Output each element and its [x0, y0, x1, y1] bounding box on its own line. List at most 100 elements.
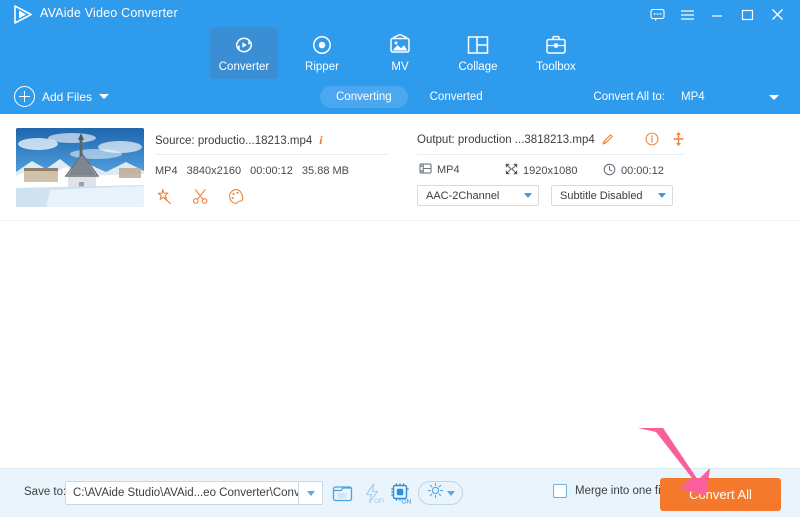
- output-format-item: MP4: [419, 163, 460, 177]
- open-folder-icon[interactable]: [330, 481, 355, 505]
- caret-down-icon: [524, 193, 532, 198]
- source-filename: Source: productio...18213.mp4: [155, 134, 313, 147]
- output-filename: Output: production ...3818213.mp4: [417, 133, 595, 146]
- checkbox-box[interactable]: [553, 484, 567, 498]
- accel-state-label: ON: [401, 498, 411, 504]
- source-format: MP4: [155, 165, 178, 177]
- subtitle-value: Subtitle Disabled: [560, 189, 643, 202]
- save-path-value: C:\AVAide Studio\AVAid...eo Converter\Co…: [73, 487, 298, 499]
- source-block: Source: productio...18213.mp4 i MP4 3840…: [155, 133, 400, 205]
- maximize-icon[interactable]: [732, 4, 762, 25]
- segment-label: Converting: [336, 91, 392, 103]
- empty-content-area: [0, 221, 800, 468]
- settings-button[interactable]: [418, 481, 463, 505]
- snowy-mountain-chapel-thumbnail[interactable]: [16, 128, 144, 207]
- tab-converter[interactable]: Converter: [210, 27, 278, 79]
- close-icon[interactable]: [762, 4, 792, 25]
- tab-label: Toolbox: [536, 61, 576, 73]
- output-resolution: 1920x1080: [523, 164, 578, 177]
- source-metadata: MP4 3840x2160 00:00:12 35.88 MB: [155, 165, 349, 177]
- convert-all-to-value: MP4: [681, 91, 705, 103]
- tab-toolbox[interactable]: Toolbox: [522, 27, 590, 79]
- info-circle-icon[interactable]: [645, 132, 659, 146]
- tab-ripper[interactable]: Ripper: [288, 27, 356, 79]
- save-path-dropdown-button[interactable]: [298, 481, 323, 505]
- toolbar-row: Add Files Converting Converted Convert A…: [0, 81, 800, 114]
- segment-converted[interactable]: Converted: [414, 86, 499, 108]
- output-duration-item: 00:00:12: [603, 163, 664, 179]
- convert-all-button[interactable]: Convert All: [660, 478, 781, 511]
- film-strip-icon: [419, 163, 432, 177]
- info-italic-icon[interactable]: i: [319, 133, 322, 148]
- gear-icon: [427, 482, 444, 504]
- source-duration: 00:00:12: [250, 165, 293, 177]
- output-divider: [417, 154, 685, 155]
- accel-state-label: OFF: [374, 498, 384, 504]
- minimize-icon[interactable]: [702, 4, 732, 25]
- output-title-icons: [645, 132, 685, 146]
- segment-converting[interactable]: Converting: [320, 86, 408, 108]
- output-select-group: AAC-2Channel Subtitle Disabled: [417, 185, 673, 206]
- app-title: AVAide Video Converter: [40, 6, 178, 20]
- convert-circle-icon: [232, 32, 256, 58]
- title-bar: AVAide Video Converter: [0, 0, 800, 28]
- file-list-row: Source: productio...18213.mp4 i MP4 3840…: [0, 114, 800, 296]
- source-size: 35.88 MB: [301, 165, 349, 177]
- clock-icon: [603, 163, 616, 179]
- save-path-input[interactable]: C:\AVAide Studio\AVAid...eo Converter\Co…: [65, 481, 298, 505]
- add-files-button[interactable]: Add Files: [14, 86, 110, 107]
- trim-scissors-icon[interactable]: [192, 188, 209, 205]
- caret-down-icon: [306, 490, 315, 496]
- source-action-icons: [156, 188, 245, 205]
- convert-all-to-group: Convert All to: MP4: [593, 86, 787, 108]
- tab-mv[interactable]: MV: [366, 27, 434, 79]
- tab-label: Converter: [218, 61, 270, 73]
- caret-down-icon: [446, 490, 455, 496]
- menu-icon[interactable]: [672, 4, 702, 25]
- disc-icon: [310, 32, 334, 58]
- output-title: Output: production ...3818213.mp4: [417, 132, 687, 146]
- convert-all-to-select[interactable]: MP4: [673, 86, 787, 108]
- caret-down-icon: [769, 94, 779, 100]
- caret-down-icon: [658, 193, 666, 198]
- avaide-video-converter-window: AVAide Video Converter Converter Ripper …: [0, 0, 800, 517]
- source-title: Source: productio...18213.mp4 i: [155, 133, 400, 148]
- enhance-wand-icon[interactable]: [156, 188, 173, 205]
- tab-label: MV: [391, 61, 409, 73]
- audio-track-select[interactable]: AAC-2Channel: [417, 185, 539, 206]
- tab-label: Ripper: [305, 61, 339, 73]
- resize-icon: [505, 163, 518, 178]
- pencil-edit-icon[interactable]: [601, 133, 614, 146]
- caret-down-icon[interactable]: [99, 94, 110, 99]
- move-arrows-icon[interactable]: [672, 132, 685, 146]
- subtitle-select[interactable]: Subtitle Disabled: [551, 185, 673, 206]
- grid-layout-icon: [466, 32, 490, 58]
- play-triangle-icon: [12, 4, 34, 25]
- output-block: Output: production ...3818213.mp4 MP4 19…: [417, 132, 687, 206]
- convert-all-to-label: Convert All to:: [593, 91, 665, 103]
- gpu-accel-on-icon[interactable]: ON: [388, 481, 413, 505]
- output-format: MP4: [437, 164, 460, 176]
- hardware-accel-off-icon[interactable]: OFF: [360, 481, 385, 505]
- audio-track-value: AAC-2Channel: [426, 189, 500, 202]
- tab-collage[interactable]: Collage: [444, 27, 512, 79]
- app-header: AVAide Video Converter Converter Ripper …: [0, 0, 800, 114]
- toolbox-icon: [544, 32, 568, 58]
- window-controls: [642, 4, 792, 25]
- status-segmented-control: Converting Converted: [320, 86, 499, 108]
- add-files-label: Add Files: [42, 89, 93, 104]
- effect-palette-icon[interactable]: [228, 188, 245, 205]
- save-to-label: Save to:: [24, 486, 67, 498]
- output-resolution-item: 1920x1080: [505, 163, 577, 178]
- merge-into-one-file-checkbox[interactable]: Merge into one file: [553, 484, 670, 498]
- feedback-icon[interactable]: [642, 4, 672, 25]
- source-divider: [155, 154, 388, 155]
- merge-label: Merge into one file: [575, 485, 670, 497]
- main-tabs: Converter Ripper MV Collage Toolbox: [0, 27, 800, 80]
- plus-circle-icon: [14, 86, 35, 107]
- source-resolution: 3840x2160: [186, 165, 242, 177]
- tab-label: Collage: [458, 61, 498, 73]
- output-duration: 00:00:12: [621, 165, 664, 177]
- segment-label: Converted: [429, 91, 483, 103]
- convert-all-label: Convert All: [689, 487, 752, 502]
